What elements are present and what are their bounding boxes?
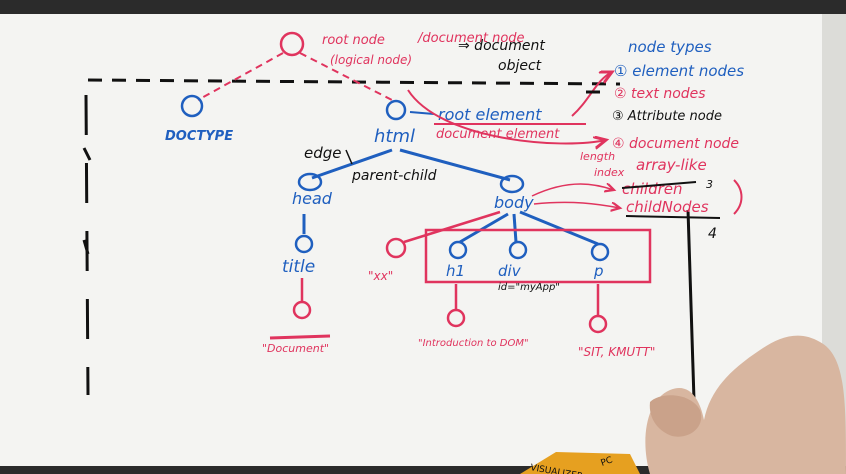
- node-type-document: ④ document node: [612, 136, 739, 152]
- title-label: title: [282, 257, 315, 277]
- children-label: children: [622, 180, 683, 198]
- index-label: index: [594, 166, 625, 179]
- doctype-label: DOCTYPE: [165, 129, 233, 144]
- div-id-attribute: id="myApp": [498, 282, 560, 293]
- div-label: div: [498, 262, 522, 280]
- p-text-value: "SIT, KMUTT": [578, 345, 655, 359]
- parent-child-label: parent-child: [351, 168, 437, 184]
- edge-label: edge: [304, 144, 342, 162]
- object-label: object: [498, 58, 542, 74]
- node-type-element: ① element nodes: [614, 62, 744, 80]
- childnodes-count: 4: [708, 226, 717, 242]
- h1-text-value: "Introduction to DOM": [418, 338, 529, 349]
- node-type-attribute: ③ Attribute node: [612, 109, 722, 124]
- title-text-value: "Document": [262, 342, 329, 355]
- whiteboard-canvas: DOCTYPE html edge parent-child head titl…: [0, 0, 846, 474]
- array-like-label: array-like: [636, 156, 707, 174]
- node-types-title: node types: [628, 38, 712, 56]
- document-element-label: document element: [436, 127, 560, 142]
- whiteboard-surface: [0, 14, 830, 466]
- children-count: 3: [706, 178, 713, 191]
- h1-label: h1: [446, 262, 465, 280]
- p-label: p: [593, 262, 604, 280]
- title-text-strikethrough: [269, 334, 331, 340]
- head-label: head: [292, 189, 333, 208]
- length-label: length: [580, 150, 615, 163]
- html-label: html: [374, 126, 415, 147]
- node-type-text: ② text nodes: [614, 86, 706, 102]
- root-node-label: root node: [322, 33, 385, 48]
- body-label: body: [494, 193, 534, 212]
- logical-node-label: (logical node): [330, 53, 412, 67]
- document-arrow-label: ⇒ document: [458, 38, 545, 54]
- body-to-div-edge: [512, 213, 518, 243]
- whitespace-text-value: "xx": [368, 269, 393, 283]
- childnodes-label: childNodes: [626, 198, 709, 216]
- root-element-label: root element: [438, 105, 542, 124]
